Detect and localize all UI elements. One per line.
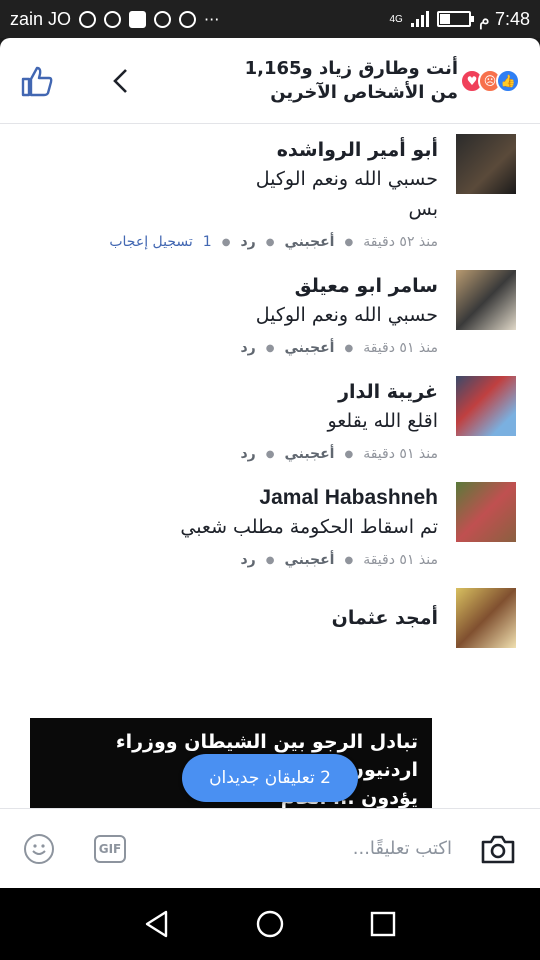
gif-button[interactable]: GIF bbox=[94, 834, 126, 863]
header-right: أنت وطارق زياد و1,165 من الأشخاص الآخرين… bbox=[150, 57, 520, 105]
like-button[interactable] bbox=[20, 65, 80, 97]
comment-text-line: بس bbox=[408, 198, 438, 220]
comment-time: منذ ٥١ دقيقة bbox=[363, 552, 438, 568]
reply-link[interactable]: رد bbox=[240, 340, 255, 356]
comment-composer: GIF اكتب تعليقًا... bbox=[0, 808, 540, 888]
comment-meta: منذ ٥٢ دقيقة ● أعجبني ● رد ● 1 تسجيل إعج… bbox=[24, 234, 438, 250]
avatar[interactable] bbox=[456, 270, 516, 330]
commenter-name[interactable]: أبو أمير الرواشده bbox=[24, 136, 438, 164]
separator-dot: ● bbox=[344, 342, 354, 354]
comment-text-line: حسبي الله ونعم الوكيل bbox=[255, 168, 438, 190]
recents-nav-icon[interactable] bbox=[368, 909, 398, 939]
messenger-icon bbox=[104, 10, 122, 28]
commenter-name[interactable]: Jamal Habashneh bbox=[24, 484, 438, 512]
comment-text-line: حسبي الله ونعم الوكيل bbox=[255, 304, 438, 326]
status-right: 4G 7:48 م bbox=[389, 9, 530, 30]
comment-meta: منذ ٥١ دقيقة ● أعجبني ● رد bbox=[24, 340, 438, 356]
carrier-name: zain JO bbox=[10, 8, 72, 29]
reply-link[interactable]: رد bbox=[240, 552, 255, 568]
comment-text-line: اقلع الله يقلعو bbox=[327, 410, 438, 432]
battery-icon bbox=[436, 11, 474, 27]
reactions-summary[interactable]: أنت وطارق زياد و1,165 من الأشخاص الآخرين bbox=[218, 57, 458, 105]
signal-icon bbox=[410, 11, 429, 27]
like-comment-link[interactable]: أعجبني bbox=[284, 552, 334, 568]
comment-item: أبو أمير الرواشده حسبي الله ونعم الوكيل … bbox=[24, 134, 516, 250]
like-reaction-icon: 👍 bbox=[496, 68, 520, 93]
comment-body: أمجد عثمان bbox=[24, 588, 438, 632]
reaction-icons[interactable]: ♥ ☹ 👍 bbox=[460, 68, 520, 93]
comment-input[interactable]: اكتب تعليقًا... bbox=[126, 838, 480, 859]
separator-dot: ● bbox=[344, 448, 354, 460]
comment-body: غريبة الدار اقلع الله يقلعو منذ ٥١ دقيقة… bbox=[24, 376, 438, 462]
comment-body: سامر ابو معيلق حسبي الله ونعم الوكيل منذ… bbox=[24, 270, 438, 356]
comment-item: سامر ابو معيلق حسبي الله ونعم الوكيل منذ… bbox=[24, 270, 516, 356]
new-comments-button[interactable]: 2 تعليقان جديدان bbox=[182, 754, 358, 802]
comment-time: منذ ٥١ دقيقة bbox=[363, 340, 438, 356]
comment-meta: منذ ٥١ دقيقة ● أعجبني ● رد bbox=[24, 552, 438, 568]
like-comment-link[interactable]: أعجبني bbox=[284, 234, 334, 250]
comment-item: أمجد عثمان bbox=[24, 588, 516, 648]
back-button[interactable] bbox=[110, 67, 150, 95]
commenter-name[interactable]: أمجد عثمان bbox=[24, 604, 438, 632]
comment-time: منذ ٥١ دقيقة bbox=[363, 446, 438, 462]
home-nav-icon[interactable] bbox=[255, 909, 285, 939]
reactions-header: أنت وطارق زياد و1,165 من الأشخاص الآخرين… bbox=[0, 38, 540, 124]
android-nav-bar bbox=[0, 888, 540, 960]
network-type: 4G bbox=[389, 13, 403, 25]
like-comment-link[interactable]: أعجبني bbox=[284, 446, 334, 462]
separator-dot: ● bbox=[265, 342, 275, 354]
avatar[interactable] bbox=[456, 482, 516, 542]
comments-sheet: أنت وطارق زياد و1,165 من الأشخاص الآخرين… bbox=[0, 38, 540, 888]
commenter-name[interactable]: غريبة الدار bbox=[24, 378, 438, 406]
messenger-icon-2 bbox=[179, 10, 197, 28]
likes-label[interactable]: تسجيل إعجاب bbox=[109, 234, 192, 250]
comment-list: أبو أمير الرواشده حسبي الله ونعم الوكيل … bbox=[0, 124, 540, 648]
chevron-left-icon bbox=[113, 68, 127, 93]
separator-dot: ● bbox=[344, 236, 354, 248]
emoji-icon[interactable] bbox=[24, 833, 54, 864]
facebook-icon bbox=[129, 10, 147, 28]
comment-meta: منذ ٥١ دقيقة ● أعجبني ● رد bbox=[24, 446, 438, 462]
status-left: zain JO ··· bbox=[10, 9, 219, 30]
thumbs-up-icon bbox=[21, 66, 53, 96]
camera-icon bbox=[481, 835, 515, 863]
comment-body: أبو أمير الرواشده حسبي الله ونعم الوكيل … bbox=[24, 134, 438, 250]
comment-time: منذ ٥٢ دقيقة bbox=[363, 234, 438, 250]
comment-text-line: تم اسقاط الحكومة مطلب شعبي bbox=[180, 516, 438, 538]
commenter-name[interactable]: سامر ابو معيلق bbox=[24, 272, 438, 300]
separator-dot: ● bbox=[265, 554, 275, 566]
avatar[interactable] bbox=[456, 134, 516, 194]
comment-item: غريبة الدار اقلع الله يقلعو منذ ٥١ دقيقة… bbox=[24, 376, 516, 462]
location-icon bbox=[79, 10, 97, 28]
status-bar: zain JO ··· 4G 7:48 م bbox=[0, 0, 540, 38]
camera-button[interactable] bbox=[480, 833, 516, 865]
reply-link[interactable]: رد bbox=[240, 446, 255, 462]
whatsapp-icon bbox=[154, 10, 172, 28]
more-notifications-icon: ··· bbox=[204, 9, 220, 29]
like-comment-link[interactable]: أعجبني bbox=[284, 340, 334, 356]
likes-count[interactable]: 1 bbox=[203, 234, 212, 250]
separator-dot: ● bbox=[265, 236, 275, 248]
comment-item: Jamal Habashneh تم اسقاط الحكومة مطلب شع… bbox=[24, 482, 516, 568]
separator-dot: ● bbox=[265, 448, 275, 460]
back-nav-icon[interactable] bbox=[142, 909, 172, 939]
reply-link[interactable]: رد bbox=[240, 234, 255, 250]
avatar[interactable] bbox=[456, 376, 516, 436]
separator-dot: ● bbox=[344, 554, 354, 566]
clock: 7:48 م bbox=[478, 8, 530, 29]
separator-dot: ● bbox=[221, 236, 231, 248]
avatar[interactable] bbox=[456, 588, 516, 648]
comment-body: Jamal Habashneh تم اسقاط الحكومة مطلب شع… bbox=[24, 482, 438, 568]
